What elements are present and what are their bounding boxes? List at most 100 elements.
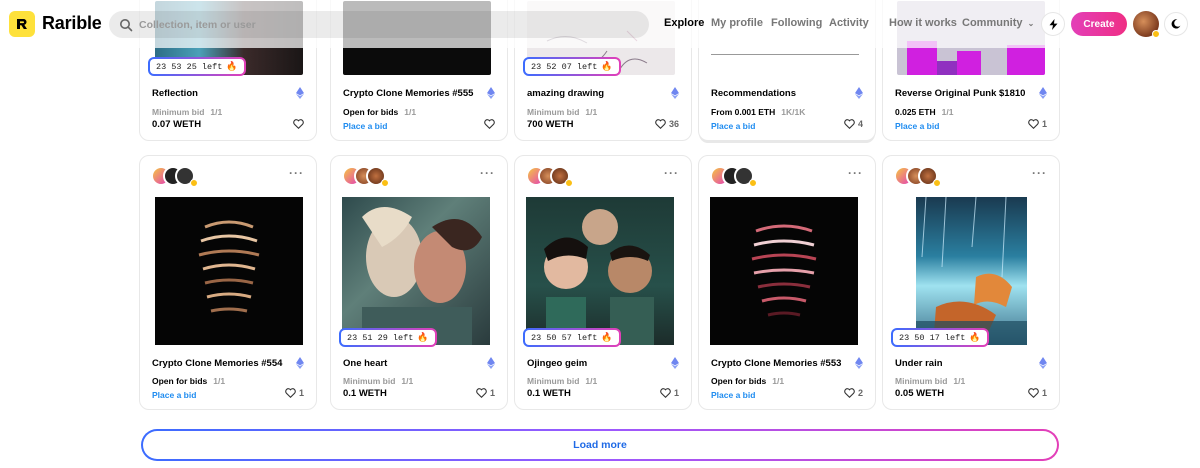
- place-bid-link[interactable]: Place a bid: [343, 121, 387, 131]
- like-button[interactable]: 1: [476, 388, 495, 398]
- bid-label: Minimum bid: [343, 376, 396, 386]
- more-options-icon[interactable]: ···: [1032, 166, 1047, 180]
- owner-avatars[interactable]: [526, 166, 586, 187]
- timer-text: 23 52 07 left: [531, 61, 598, 72]
- owner-avatars[interactable]: [151, 166, 211, 187]
- heart-icon: [1028, 119, 1039, 129]
- nav-community[interactable]: Community ⌄: [962, 17, 1034, 29]
- edition-count: 1/1: [953, 376, 966, 386]
- edition-count: 1/1: [401, 376, 414, 386]
- search-bar[interactable]: [109, 11, 649, 38]
- nft-title[interactable]: Recommendations: [711, 88, 796, 99]
- nft-title[interactable]: Reverse Original Punk $1810: [895, 88, 1025, 99]
- like-count: 1: [298, 388, 304, 398]
- nft-image[interactable]: [710, 197, 858, 345]
- nft-image[interactable]: [155, 197, 303, 345]
- theme-toggle-button[interactable]: [1164, 12, 1188, 36]
- ethereum-icon: [1039, 357, 1047, 369]
- flame-icon: 🔥: [969, 332, 981, 343]
- search-input[interactable]: [139, 18, 619, 31]
- heart-icon: [285, 388, 296, 398]
- nav-activity[interactable]: Activity: [829, 17, 869, 29]
- more-options-icon[interactable]: ···: [289, 166, 304, 180]
- like-count: 1: [1041, 119, 1047, 129]
- edition-count: 1/1: [585, 107, 598, 117]
- verified-badge-icon: [1152, 30, 1160, 38]
- like-button[interactable]: 36: [655, 119, 679, 129]
- heart-icon: [484, 119, 495, 129]
- like-count: 1: [673, 388, 679, 398]
- flame-icon: 🔥: [601, 332, 613, 343]
- edition-count: 1/1: [404, 107, 417, 117]
- bid-info: 0.025 ETH 1/1: [895, 107, 953, 117]
- nft-title[interactable]: Ojingeo geim: [527, 358, 587, 369]
- timer-text: 23 53 25 left: [156, 61, 223, 72]
- bid-info: Minimum bid 1/1: [152, 107, 222, 117]
- like-button[interactable]: 1: [1028, 388, 1047, 398]
- nft-title[interactable]: Reflection: [152, 88, 198, 99]
- nav-how-it-works[interactable]: How it works: [889, 17, 957, 29]
- like-button[interactable]: 1: [1028, 119, 1047, 129]
- nft-title[interactable]: One heart: [343, 358, 387, 369]
- auction-timer: 23 53 25 left 🔥: [148, 57, 246, 76]
- nft-title[interactable]: Crypto Clone Memories #553: [711, 358, 841, 369]
- place-bid-link[interactable]: Place a bid: [711, 390, 755, 400]
- nft-title[interactable]: Under rain: [895, 358, 943, 369]
- like-button[interactable]: 1: [285, 388, 304, 398]
- load-more-button[interactable]: Load more: [141, 429, 1059, 461]
- chevron-down-icon: ⌄: [1027, 19, 1035, 28]
- nft-image[interactable]: [342, 197, 490, 345]
- lightning-button[interactable]: [1041, 12, 1065, 36]
- brand-name[interactable]: Rarible: [42, 13, 102, 34]
- ethereum-icon: [296, 357, 304, 369]
- nft-title[interactable]: amazing drawing: [527, 88, 604, 99]
- nft-image[interactable]: [526, 197, 674, 345]
- nft-card[interactable]: ··· 23 50 57 left 🔥 Ojingeo geim Minimum …: [514, 155, 692, 410]
- edition-count: 1K/1K: [781, 107, 806, 117]
- ethereum-icon: [671, 87, 679, 99]
- like-button[interactable]: 4: [844, 119, 863, 129]
- nav-my-profile[interactable]: My profile: [711, 17, 763, 29]
- like-button[interactable]: 1: [660, 388, 679, 398]
- top-navbar: Rarible Explore My profile Following Act…: [0, 0, 1200, 48]
- place-bid-link[interactable]: Place a bid: [152, 390, 196, 400]
- like-button[interactable]: [484, 119, 495, 129]
- create-button[interactable]: Create: [1071, 12, 1127, 36]
- more-options-icon[interactable]: ···: [480, 166, 495, 180]
- nft-card[interactable]: ··· 23 51 29 left 🔥 One heart Minimum bid…: [330, 155, 508, 410]
- place-bid-link[interactable]: Place a bid: [711, 121, 755, 131]
- heart-icon: [844, 388, 855, 398]
- nft-image[interactable]: [916, 197, 1027, 345]
- more-options-icon[interactable]: ···: [848, 166, 863, 180]
- bid-price: 0.05 WETH: [895, 388, 945, 399]
- bid-label: Open for bids: [711, 376, 767, 386]
- nav-following[interactable]: Following: [771, 17, 822, 29]
- bid-info: Open for bids 1/1: [343, 107, 416, 117]
- like-button[interactable]: 2: [844, 388, 863, 398]
- place-bid-link[interactable]: Place a bid: [895, 121, 939, 131]
- owner-avatars[interactable]: [710, 166, 770, 187]
- nft-card[interactable]: ··· 23 50 17 left 🔥 Under rain Minimum bi…: [882, 155, 1060, 410]
- community-label: Community: [962, 17, 1023, 29]
- owner-avatars[interactable]: [894, 166, 954, 187]
- nav-explore[interactable]: Explore: [664, 17, 704, 29]
- auction-timer: 23 52 07 left 🔥: [523, 57, 621, 76]
- nft-card[interactable]: ··· Crypto Clone Memories #553 Open for …: [698, 155, 876, 410]
- search-icon: [120, 18, 133, 31]
- bid-info: Minimum bid 1/1: [895, 376, 965, 386]
- bid-label: Open for bids: [152, 376, 208, 386]
- moon-icon: [1171, 19, 1181, 29]
- like-count: 4: [857, 119, 863, 129]
- more-options-icon[interactable]: ···: [664, 166, 679, 180]
- bid-price: 0.07 WETH: [152, 119, 202, 130]
- auction-timer: 23 50 17 left 🔥: [891, 328, 989, 347]
- nft-title[interactable]: Crypto Clone Memories #555: [343, 88, 473, 99]
- like-button[interactable]: [293, 119, 304, 129]
- bid-label: From 0.001 ETH: [711, 107, 776, 117]
- rarible-logo-icon[interactable]: [9, 11, 35, 37]
- owner-avatars[interactable]: [342, 166, 402, 187]
- ethereum-icon: [487, 87, 495, 99]
- bid-info: Open for bids 1/1: [152, 376, 225, 386]
- nft-title[interactable]: Crypto Clone Memories #554: [152, 358, 282, 369]
- nft-card[interactable]: ··· Crypto Clone Memories #554 Open for …: [139, 155, 317, 410]
